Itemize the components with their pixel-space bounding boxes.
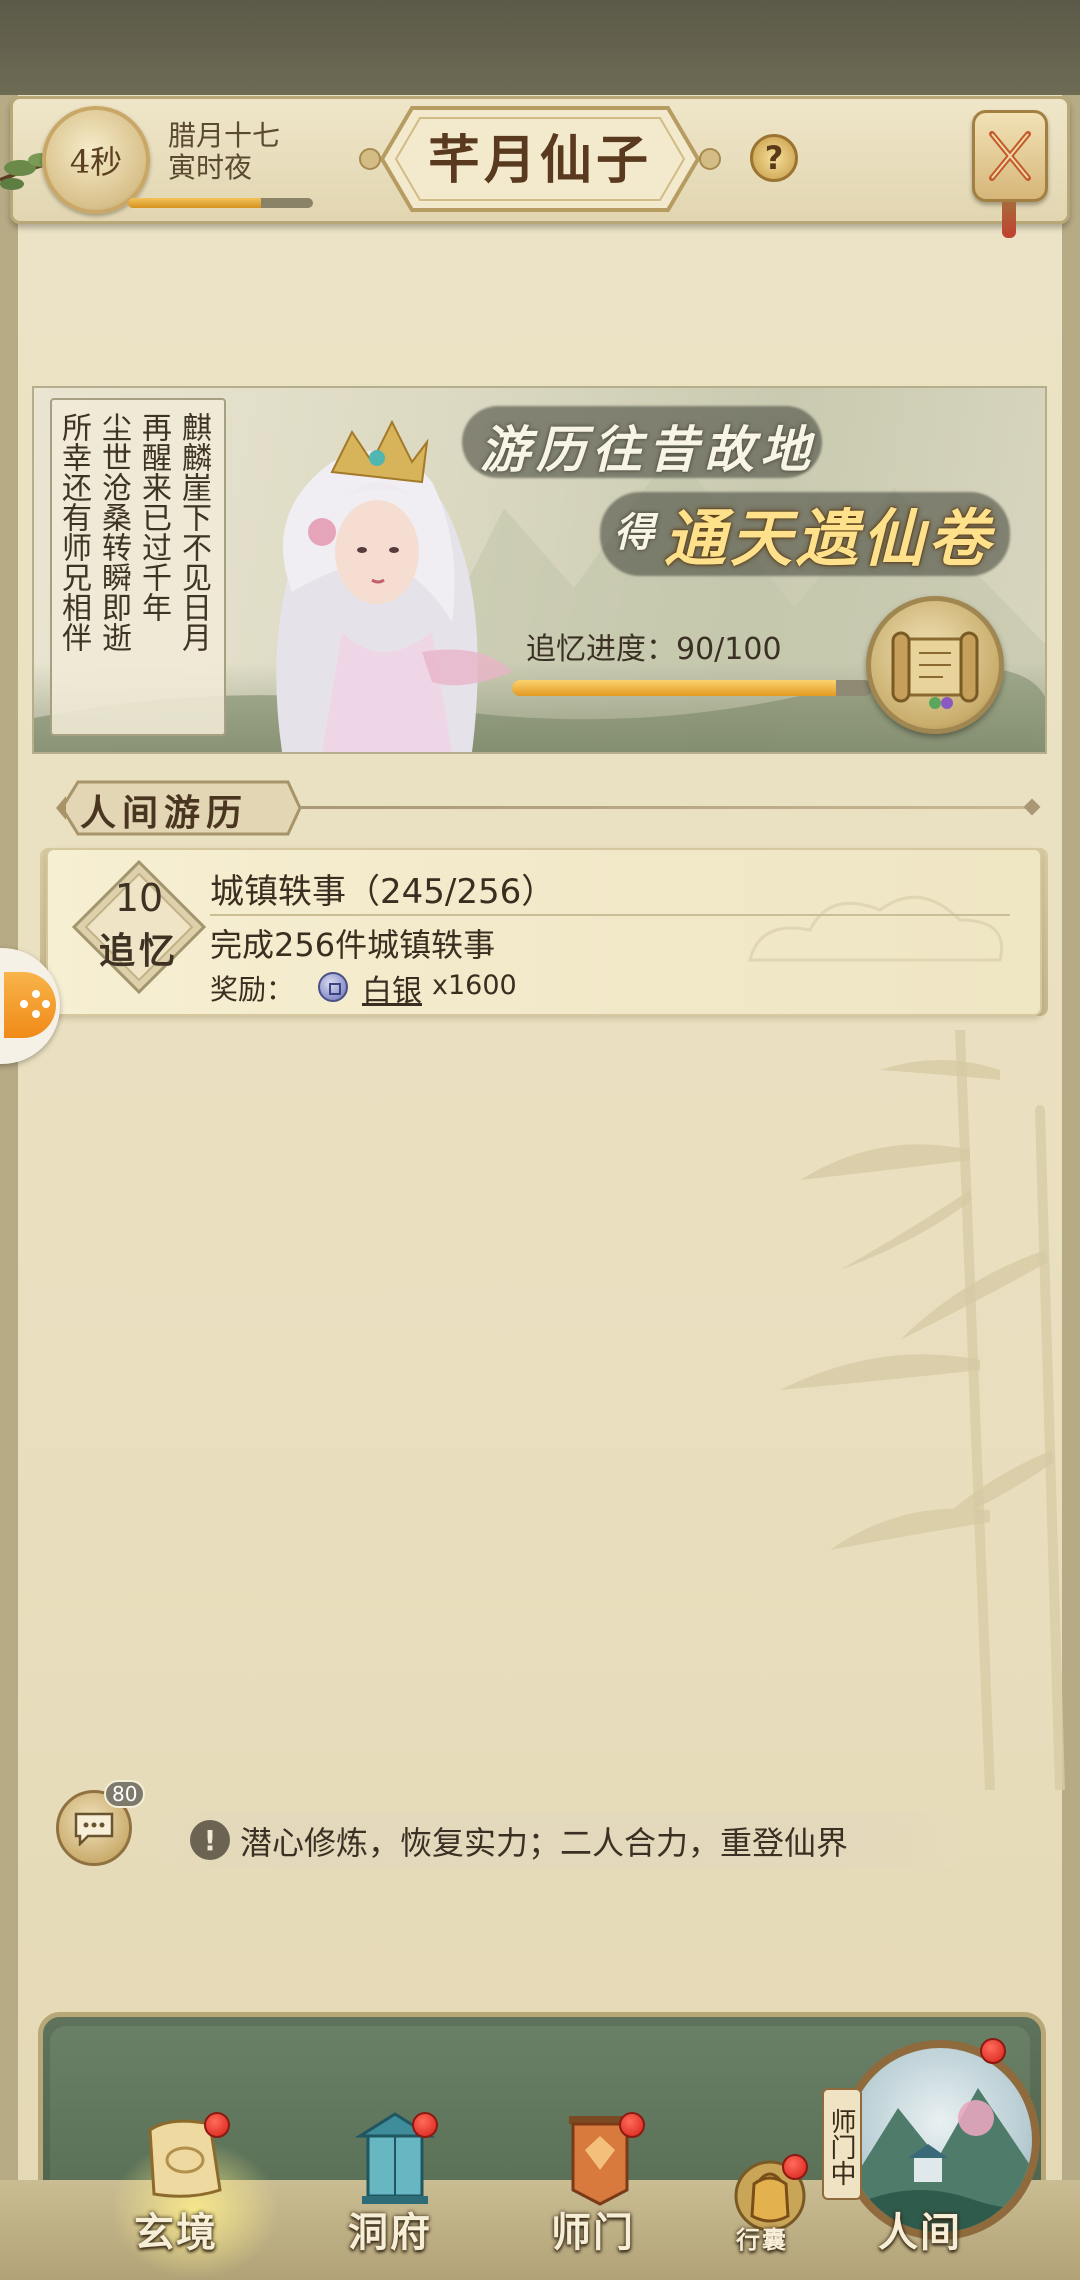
nav-label-dongfu: 洞府 xyxy=(348,2209,432,2256)
nav-item-dongfu[interactable]: 洞府 xyxy=(330,2110,460,2280)
section-divider xyxy=(300,806,1036,809)
banner-slogan-line1: 游历往昔故地 xyxy=(480,420,816,479)
task-reward-label: 奖励： xyxy=(210,973,295,1006)
top-scenery-strip xyxy=(0,0,1080,95)
cloud-pattern xyxy=(748,895,1003,962)
reward-quantity: x1600 xyxy=(432,970,517,1001)
crossed-swords-icon xyxy=(989,131,1031,181)
scroll-icon xyxy=(891,631,979,709)
help-button[interactable]: ? xyxy=(750,134,798,182)
section-title: 人间游历 xyxy=(80,792,249,834)
task-divider xyxy=(210,914,1010,916)
badge-label: 追忆 xyxy=(98,930,179,972)
badge-number: 10 xyxy=(114,876,164,920)
memory-progress-label: 追忆进度：90/100 xyxy=(526,632,782,667)
bamboo-decoration xyxy=(780,1030,1065,1790)
exclamation-icon: ! xyxy=(190,1820,230,1860)
poem-line-2: 再醒来已过千年 xyxy=(136,412,171,622)
close-tassel xyxy=(1002,202,1016,238)
nav-label-shimen: 师门 xyxy=(551,2209,635,2256)
poem-line-3: 尘世沧桑转瞬即逝 xyxy=(96,412,131,652)
time-progress-fill xyxy=(128,198,262,208)
reward-item-link[interactable]: 白银 xyxy=(362,966,422,1010)
memory-progress-fill xyxy=(512,680,836,696)
banner-slogan-de: 得 xyxy=(614,509,654,556)
time-progress-bar xyxy=(128,198,313,208)
silver-coin-icon xyxy=(318,972,348,1002)
nav-item-xuanjing[interactable]: 玄境 xyxy=(120,2110,250,2280)
lunar-date: 腊月十七 xyxy=(168,119,281,152)
scroll-reward-button[interactable] xyxy=(866,596,1004,734)
nav-dongfu-notification-dot xyxy=(412,2112,438,2138)
memory-progress-bar xyxy=(512,680,872,696)
master-status-tag: 师门中 xyxy=(822,2088,862,2200)
task-description: 完成256件城镇轶事 xyxy=(210,926,496,964)
chat-bubble-icon xyxy=(74,1812,114,1846)
poem-line-1: 麒麟崖下不见日月 xyxy=(176,412,211,652)
nav-xuanjing-notification-dot xyxy=(204,2112,230,2138)
nav-label-renjian: 人间 xyxy=(878,2209,962,2256)
nav-label-xingnang: 行囊 xyxy=(736,2225,788,2254)
nav-xingnang-notification-dot xyxy=(782,2154,808,2180)
nav-shimen-notification-dot xyxy=(619,2112,645,2138)
banner-slogan-line2: 通天遗仙卷 xyxy=(664,502,995,575)
nav-item-shimen[interactable]: 师门 xyxy=(535,2110,665,2280)
task-title: 城镇轶事（245/256） xyxy=(210,872,556,912)
hint-text: 潜心修炼，恢复实力；二人合力，重登仙界 xyxy=(240,1824,849,1862)
close-button[interactable] xyxy=(972,110,1048,202)
nav-renjian-notification-dot xyxy=(980,2038,1006,2064)
page-title: 芊月仙子 xyxy=(427,130,652,191)
nav-label-xuanjing: 玄境 xyxy=(134,2209,218,2256)
poem-line-4: 所幸还有师兄相伴 xyxy=(56,412,91,652)
nav-item-xingnang[interactable]: 行囊 xyxy=(722,2150,822,2280)
chat-count-badge: 80 xyxy=(104,1780,146,1808)
lunar-hour: 寅时夜 xyxy=(168,151,253,184)
